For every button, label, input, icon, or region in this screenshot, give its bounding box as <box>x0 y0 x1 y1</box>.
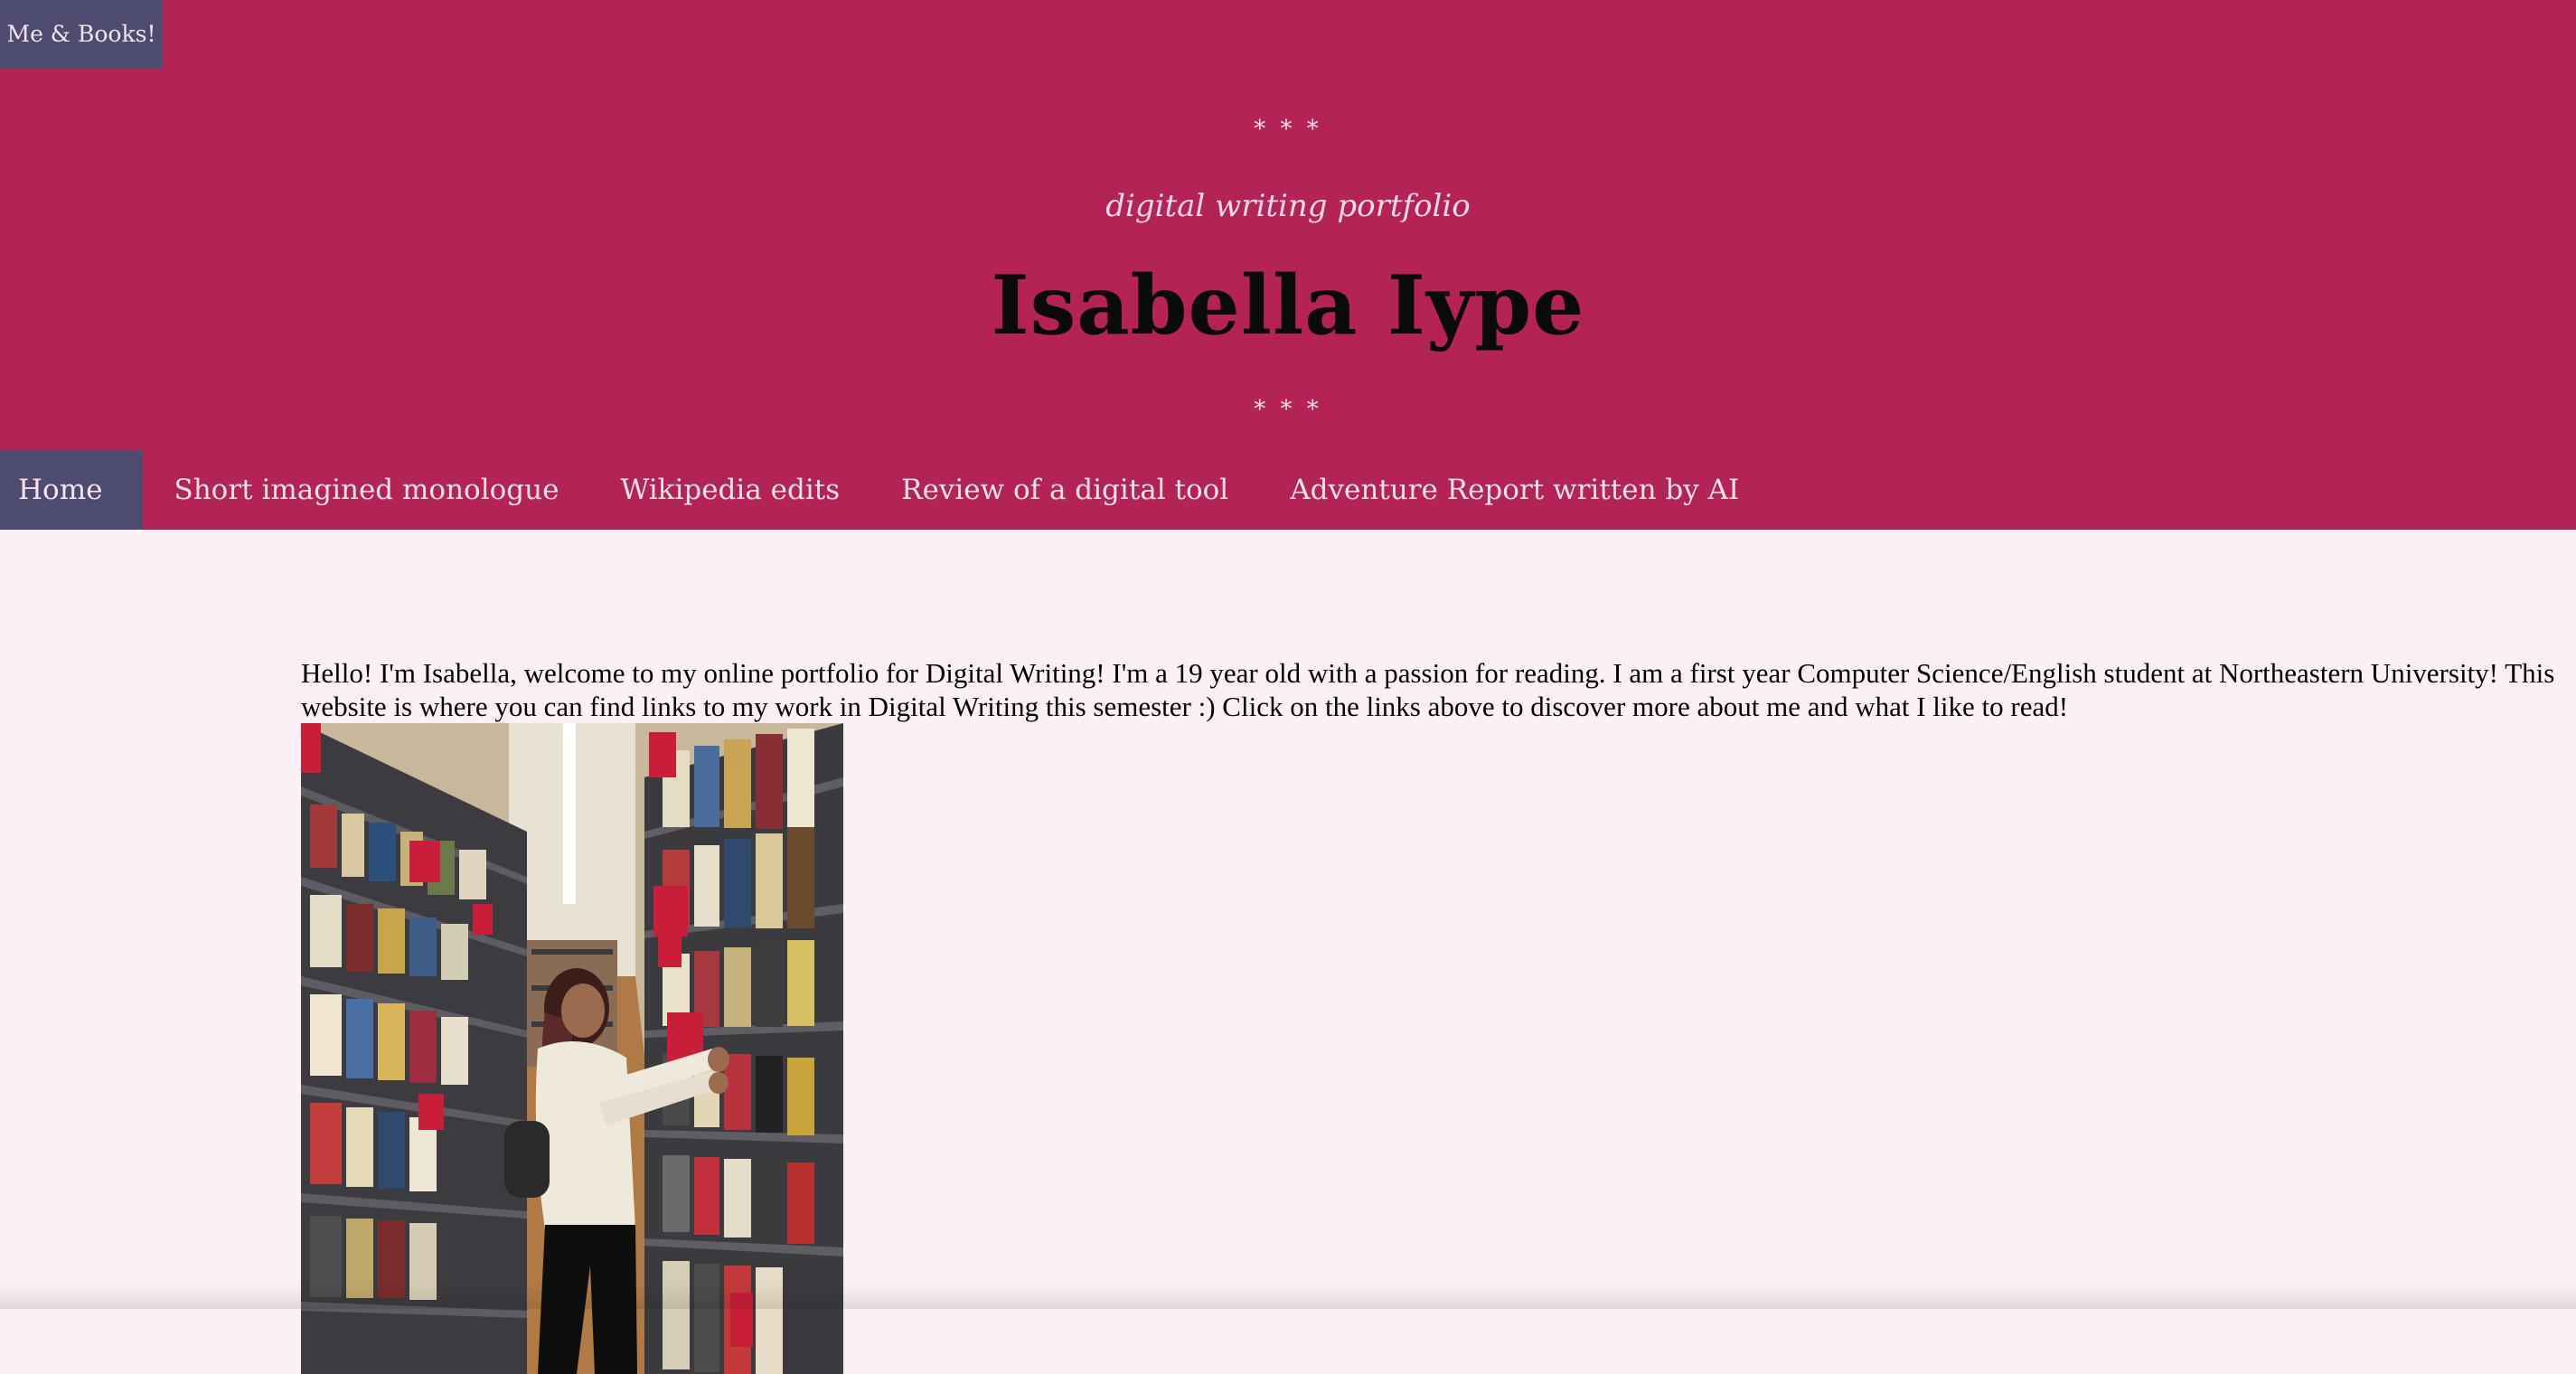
site-header: Me & Books! * * * digital writing portfo… <box>0 0 2576 530</box>
nav-item-short-imagined-monologue[interactable]: Short imagined monologue <box>143 450 589 530</box>
main-content: Hello! I'm Isabella, welcome to my onlin… <box>301 656 2576 1374</box>
main-nav: Home Short imagined monologue Wikipedia … <box>0 450 2576 530</box>
nav-item-review-digital-tool[interactable]: Review of a digital tool <box>870 450 1259 530</box>
decorative-stars-bottom: * * * <box>1254 396 1322 423</box>
site-subtitle: digital writing portfolio <box>1105 188 1471 224</box>
site-title: Isabella Iype <box>991 258 1585 353</box>
decorative-stars-top: * * * <box>1254 116 1322 143</box>
site-tab-button[interactable]: Me & Books! <box>0 0 163 69</box>
nav-item-home[interactable]: Home <box>0 450 144 530</box>
page-bottom-shadow <box>0 1284 2576 1309</box>
nav-item-wikipedia-edits[interactable]: Wikipedia edits <box>589 450 870 530</box>
intro-paragraph: Hello! I'm Isabella, welcome to my onlin… <box>301 657 2555 722</box>
nav-item-adventure-report[interactable]: Adventure Report written by AI <box>1259 450 1770 530</box>
bookstore-photo <box>301 723 843 1374</box>
